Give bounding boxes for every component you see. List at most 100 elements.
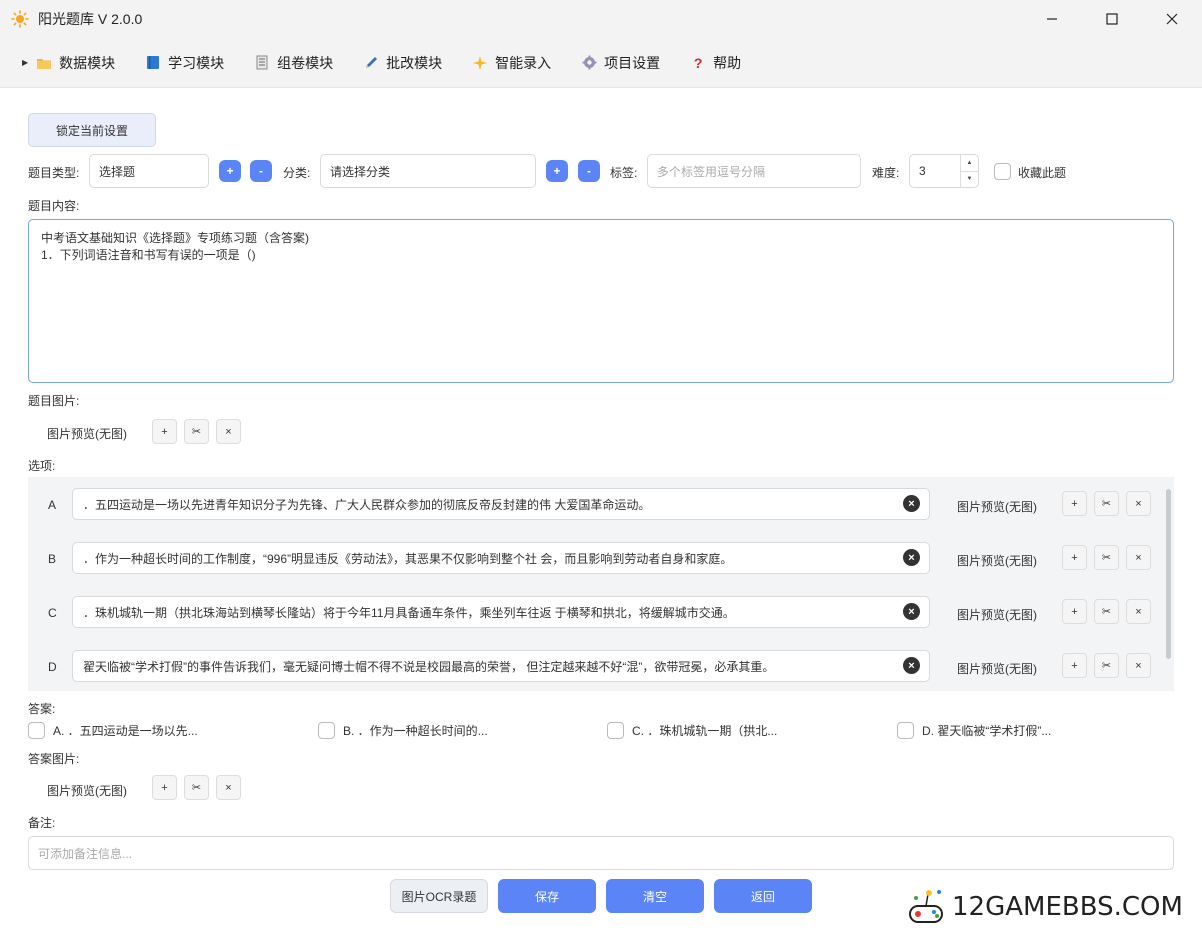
menu-item-label: 帮助 (713, 54, 742, 71)
add-option-image-button[interactable]: + (1062, 653, 1087, 678)
favorite-checkbox[interactable] (994, 163, 1011, 180)
add-option-image-button[interactable]: + (1062, 491, 1087, 516)
question-icon: ? (693, 54, 703, 71)
add-answer-image-button[interactable]: + (152, 775, 177, 800)
remove-option-image-button[interactable]: × (1126, 545, 1151, 570)
option-image-preview: 图片预览(无图) (957, 554, 1037, 568)
sun-icon (11, 10, 29, 28)
option-image-preview: 图片预览(无图) (957, 608, 1037, 622)
tag-input[interactable]: 多个标签用逗号分隔 (647, 154, 861, 188)
add-image-button[interactable]: + (152, 419, 177, 444)
option-letter: A (48, 498, 57, 512)
crop-answer-image-button[interactable]: ✂ (184, 775, 209, 800)
ocr-button[interactable]: 图片OCR录题 (390, 879, 488, 913)
menu-item-data[interactable]: 数据模块 (36, 53, 115, 73)
folder-icon (36, 55, 52, 71)
menu-item-label: 组卷模块 (277, 54, 334, 71)
option-input[interactable]: ．珠机城轨一期（拱北珠海站到横琴长隆站）将于今年11月具备通车条件，乘坐列车往返… (72, 596, 930, 628)
watermark: 12GAMEBBS.COM (906, 886, 1183, 928)
back-button[interactable]: 返回 (714, 879, 812, 913)
menu-item-paper[interactable]: 组卷模块 (254, 53, 333, 73)
options-scrollbar[interactable] (1166, 489, 1171, 659)
add-option-image-button[interactable]: + (1062, 599, 1087, 624)
clear-button[interactable]: 清空 (606, 879, 704, 913)
answer-option-a[interactable]: A. ．五四运动是一场以先... (28, 722, 198, 739)
content-label: 题目内容: (28, 199, 80, 213)
clear-option-icon[interactable]: × (903, 657, 920, 674)
remove-category-button[interactable]: - (578, 160, 600, 182)
option-text: ．五四运动是一场以先进青年知识分子为先锋、广大人民群众参加的彻底反帝反封建的伟 … (83, 497, 651, 512)
answer-checkbox[interactable] (897, 722, 914, 739)
content-line: 中考语文基础知识《选择题》专项练习题（含答案) (41, 231, 309, 245)
difficulty-spinbox[interactable]: 3 ▲ ▼ (909, 154, 979, 188)
option-letter: C (48, 606, 57, 620)
answer-image-preview: 图片预览(无图) (47, 784, 127, 798)
menu-item-label: 数据模块 (59, 54, 116, 71)
remove-option-image-button[interactable]: × (1126, 653, 1151, 678)
menu-item-grading[interactable]: 批改模块 (363, 53, 442, 73)
crop-option-image-button[interactable]: ✂ (1094, 491, 1119, 516)
pen-icon (363, 55, 379, 71)
remark-input[interactable]: 可添加备注信息... (28, 836, 1174, 870)
menu-arrow-icon[interactable]: ▶ (22, 58, 28, 67)
crop-option-image-button[interactable]: ✂ (1094, 653, 1119, 678)
sparkle-icon (472, 55, 488, 71)
maximize-button[interactable] (1082, 0, 1142, 38)
answer-option-label: C. ．珠机城轨一期（拱北... (632, 724, 778, 738)
answer-label: 答案: (28, 702, 56, 716)
option-input[interactable]: ．作为一种超长时间的工作制度，“996”明显违反《劳动法》，其恶果不仅影响到整个… (72, 542, 930, 574)
menu-item-settings[interactable]: 项目设置 (581, 53, 660, 73)
crop-image-button[interactable]: ✂ (184, 419, 209, 444)
menu-item-study[interactable]: 学习模块 (145, 53, 224, 73)
menu-bar: ▶ 数据模块 学习模块 组卷模块 批改模块 智能录入 项目设置 ? 帮助 (0, 38, 1202, 88)
clear-option-icon[interactable]: × (903, 603, 920, 620)
crop-option-image-button[interactable]: ✂ (1094, 545, 1119, 570)
spin-up-icon[interactable]: ▲ (961, 155, 978, 172)
remove-image-button[interactable]: × (216, 419, 241, 444)
minimize-icon (1047, 18, 1057, 20)
add-type-button[interactable]: + (219, 160, 241, 182)
tag-label: 标签: (610, 166, 638, 180)
menu-item-label: 批改模块 (386, 54, 443, 71)
minimize-button[interactable] (1022, 0, 1082, 38)
answer-option-b[interactable]: B. ．作为一种超长时间的... (318, 722, 488, 739)
remove-option-image-button[interactable]: × (1126, 491, 1151, 516)
clear-option-icon[interactable]: × (903, 495, 920, 512)
list-icon (254, 55, 270, 71)
option-text: 翟天临被“学术打假”的事件告诉我们，毫无疑问博士帽不得不说是校园最高的荣誉， 但… (83, 659, 775, 674)
menu-item-label: 智能录入 (495, 54, 552, 71)
question-type-label: 题目类型: (28, 166, 80, 180)
question-content-textarea[interactable]: 中考语文基础知识《选择题》专项练习题（含答案) 1．下列词语注音和书写有误的一项… (28, 219, 1174, 383)
answer-checkbox[interactable] (28, 722, 45, 739)
answer-option-d[interactable]: D. 翟天临被“学术打假”... (897, 722, 1051, 739)
lock-settings-button[interactable]: 锁定当前设置 (28, 113, 156, 147)
crop-option-image-button[interactable]: ✂ (1094, 599, 1119, 624)
remove-type-button[interactable]: - (250, 160, 272, 182)
menu-item-smart-input[interactable]: 智能录入 (472, 53, 551, 73)
option-letter: D (48, 660, 57, 674)
menu-item-label: 项目设置 (604, 54, 661, 71)
menu-item-help[interactable]: ? 帮助 (690, 53, 741, 73)
spin-down-icon[interactable]: ▼ (961, 172, 978, 188)
question-image-label: 题目图片: (28, 394, 80, 408)
answer-option-c[interactable]: C. ．珠机城轨一期（拱北... (607, 722, 777, 739)
question-type-field[interactable]: 选择题 (89, 154, 209, 188)
window-title: 阳光题库 V 2.0.0 (38, 11, 143, 27)
close-button[interactable] (1142, 0, 1202, 38)
option-input[interactable]: 翟天临被“学术打假”的事件告诉我们，毫无疑问博士帽不得不说是校园最高的荣誉， 但… (72, 650, 930, 682)
gear-icon (581, 55, 597, 71)
difficulty-label: 难度: (872, 166, 900, 180)
add-category-button[interactable]: + (546, 160, 568, 182)
remove-answer-image-button[interactable]: × (216, 775, 241, 800)
clear-option-icon[interactable]: × (903, 549, 920, 566)
gamepad-logo-icon (909, 890, 943, 923)
title-bar: 阳光题库 V 2.0.0 (0, 0, 1202, 38)
remove-option-image-button[interactable]: × (1126, 599, 1151, 624)
add-option-image-button[interactable]: + (1062, 545, 1087, 570)
answer-checkbox[interactable] (318, 722, 335, 739)
content-line: 1．下列词语注音和书写有误的一项是（) (41, 248, 256, 262)
answer-checkbox[interactable] (607, 722, 624, 739)
option-input[interactable]: ．五四运动是一场以先进青年知识分子为先锋、广大人民群众参加的彻底反帝反封建的伟 … (72, 488, 930, 520)
category-field[interactable]: 请选择分类 (320, 154, 536, 188)
save-button[interactable]: 保存 (498, 879, 596, 913)
